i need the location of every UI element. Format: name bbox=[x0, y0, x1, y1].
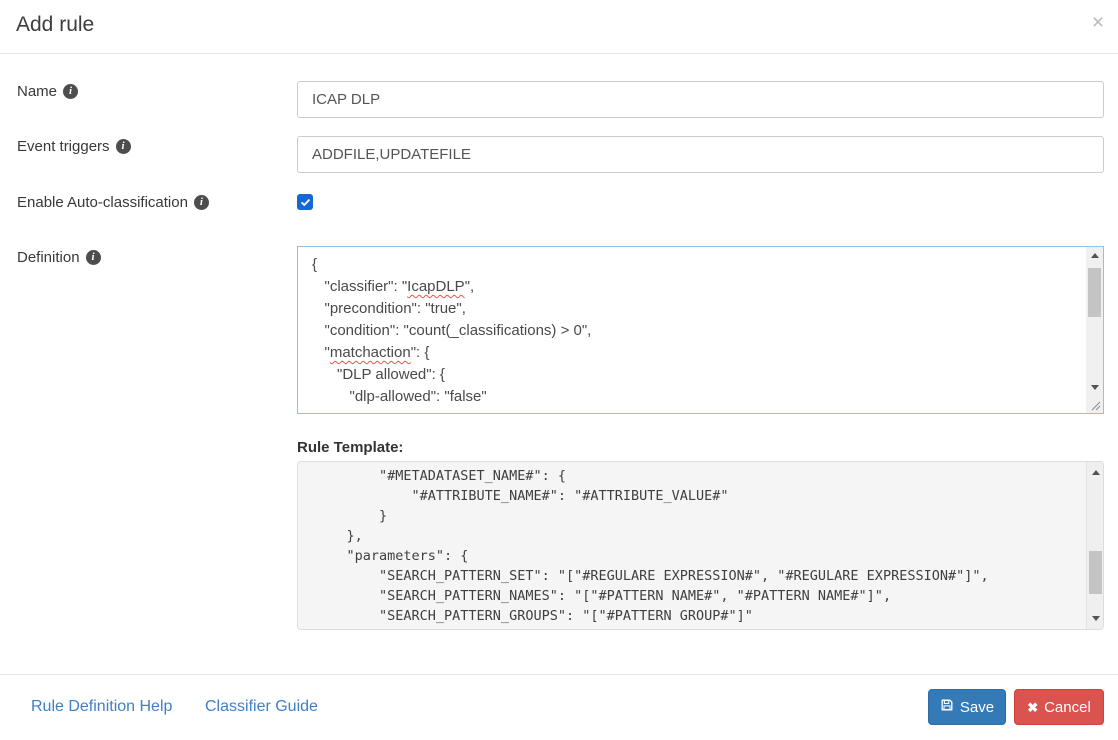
code-line: "#ATTRIBUTE_NAME#": "#ATTRIBUTE_VALUE#" bbox=[314, 486, 1085, 506]
scroll-down-arrow-icon[interactable] bbox=[1092, 616, 1100, 621]
event-triggers-input[interactable] bbox=[297, 136, 1104, 173]
rule-definition-help-link[interactable]: Rule Definition Help bbox=[31, 698, 172, 716]
scrollbar-thumb[interactable] bbox=[1088, 268, 1101, 317]
save-button[interactable]: Save bbox=[928, 689, 1006, 725]
scroll-up-arrow-icon[interactable] bbox=[1091, 253, 1099, 258]
resize-grip[interactable] bbox=[1086, 396, 1103, 413]
code-line: "SEARCH_PATTERN_SET": "["#REGULARE EXPRE… bbox=[314, 566, 1085, 586]
close-icon[interactable]: × bbox=[1086, 11, 1110, 35]
code-line: } bbox=[314, 626, 1085, 629]
scroll-up-arrow-icon[interactable] bbox=[1092, 470, 1100, 475]
auto-classification-label: Enable Auto-classification i bbox=[17, 194, 209, 211]
name-input[interactable] bbox=[297, 81, 1104, 118]
info-icon[interactable]: i bbox=[63, 84, 78, 99]
scroll-down-arrow-icon[interactable] bbox=[1091, 385, 1099, 390]
auto-classification-checkbox[interactable] bbox=[297, 194, 313, 210]
rule-template-label: Rule Template: bbox=[297, 439, 403, 456]
code-line: "DLP allowed": { bbox=[312, 364, 1081, 386]
cancel-x-icon: ✖ bbox=[1027, 701, 1038, 714]
definition-label: Definition i bbox=[17, 249, 101, 266]
definition-textarea[interactable]: { "classifier": "IcapDLP", "precondition… bbox=[297, 246, 1104, 414]
code-line: } bbox=[314, 506, 1085, 526]
code-line: }, bbox=[314, 526, 1085, 546]
code-line: "SEARCH_PATTERN_GROUPS": "["#PATTERN GRO… bbox=[314, 606, 1085, 626]
info-icon[interactable]: i bbox=[116, 139, 131, 154]
code-line: "#METADATASET_NAME#": { bbox=[314, 466, 1085, 486]
page-title: Add rule bbox=[16, 13, 94, 37]
footer-divider bbox=[0, 674, 1118, 675]
name-label: Name i bbox=[17, 83, 78, 100]
save-icon bbox=[940, 698, 954, 716]
rule-template-scrollbar[interactable] bbox=[1086, 462, 1103, 629]
cancel-button[interactable]: ✖ Cancel bbox=[1014, 689, 1104, 725]
code-line: "parameters": { bbox=[314, 546, 1085, 566]
add-rule-modal: Add rule × Name i Event triggers i Enabl… bbox=[0, 0, 1118, 740]
code-line: { bbox=[312, 254, 1081, 276]
event-triggers-label: Event triggers i bbox=[17, 138, 131, 155]
code-line: "classifier": "IcapDLP", bbox=[312, 276, 1081, 298]
scrollbar-thumb[interactable] bbox=[1089, 551, 1102, 594]
rule-template-box[interactable]: "#METADATASET_NAME#": { "#ATTRIBUTE_NAME… bbox=[297, 461, 1104, 630]
code-line: "matchaction": { bbox=[312, 342, 1081, 364]
header-divider bbox=[0, 53, 1118, 54]
info-icon[interactable]: i bbox=[86, 250, 101, 265]
info-icon[interactable]: i bbox=[194, 195, 209, 210]
code-line: "condition": "count(_classifications) > … bbox=[312, 320, 1081, 342]
definition-code: { "classifier": "IcapDLP", "precondition… bbox=[298, 247, 1085, 413]
classifier-guide-link[interactable]: Classifier Guide bbox=[205, 698, 318, 716]
code-line: "precondition": "true", bbox=[312, 298, 1081, 320]
definition-scrollbar[interactable] bbox=[1086, 247, 1103, 396]
rule-template-code: "#METADATASET_NAME#": { "#ATTRIBUTE_NAME… bbox=[298, 462, 1085, 629]
code-line: "dlp-allowed": "false" bbox=[312, 386, 1081, 408]
code-line: "SEARCH_PATTERN_NAMES": "["#PATTERN NAME… bbox=[314, 586, 1085, 606]
checkmark-icon bbox=[300, 197, 311, 208]
